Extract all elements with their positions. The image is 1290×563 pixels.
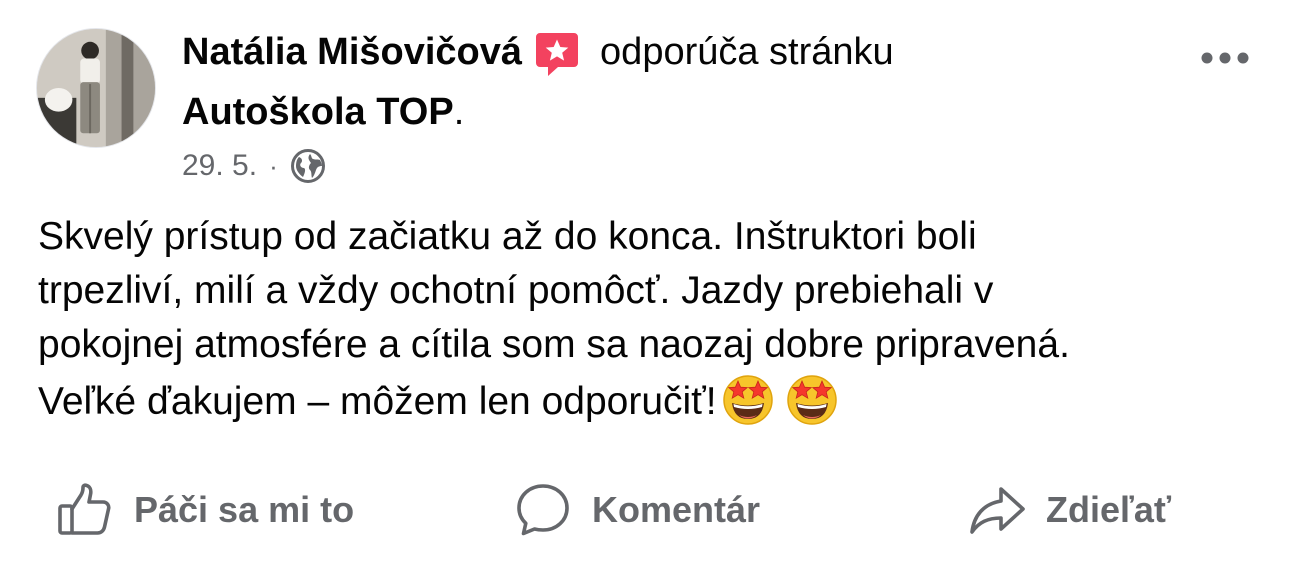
post-text-last-line: Veľké ďakujem – môžem len odporučiť!: [38, 372, 1268, 426]
meta-separator: ·: [269, 150, 278, 181]
page-name-link[interactable]: Autoškola TOP: [182, 91, 454, 133]
post-text-line: trpezliví, milí a vždy ochotní pomôcť. J…: [38, 269, 994, 312]
post-header: Natália Mišovičová odporúča stránku: [182, 28, 894, 76]
star-struck-emoji: [785, 372, 839, 426]
star-struck-emoji: [721, 372, 775, 426]
like-label: Páči sa mi to: [134, 489, 355, 530]
comment-bubble-icon: [514, 481, 572, 539]
post-text-line: Skvelý prístup od začiatku až do konca. …: [38, 215, 977, 258]
post-header-page: Autoškola TOP.: [182, 88, 464, 136]
more-options-button[interactable]: [1195, 40, 1255, 76]
author-name[interactable]: Natália Mišovičová: [182, 28, 522, 76]
comment-button[interactable]: Komentár: [514, 480, 760, 540]
thumbs-up-icon: [56, 481, 114, 539]
recommends-text: odporúča stránku: [600, 31, 894, 73]
globe-icon[interactable]: [290, 148, 326, 184]
share-button[interactable]: Zdieľať: [968, 480, 1171, 540]
post-text-line: Veľké ďakujem – môžem len odporučiť!: [38, 380, 717, 423]
post-text-line: pokojnej atmosfére a cítila som sa naoza…: [38, 323, 1070, 366]
post-meta: 29. 5. ·: [182, 146, 326, 186]
more-horizontal-icon: [1201, 52, 1249, 64]
avatar-photo: [37, 29, 155, 147]
comment-label: Komentár: [592, 489, 761, 530]
share-label: Zdieľať: [1046, 489, 1172, 530]
post-body: Skvelý prístup od začiatku až do konca. …: [38, 210, 1268, 426]
header-period: .: [453, 91, 465, 133]
author-avatar[interactable]: [36, 28, 156, 148]
share-arrow-icon: [968, 481, 1026, 539]
recommend-star-icon: [534, 30, 580, 78]
post-date[interactable]: 29. 5.: [182, 149, 257, 183]
like-button[interactable]: Páči sa mi to: [56, 480, 354, 540]
